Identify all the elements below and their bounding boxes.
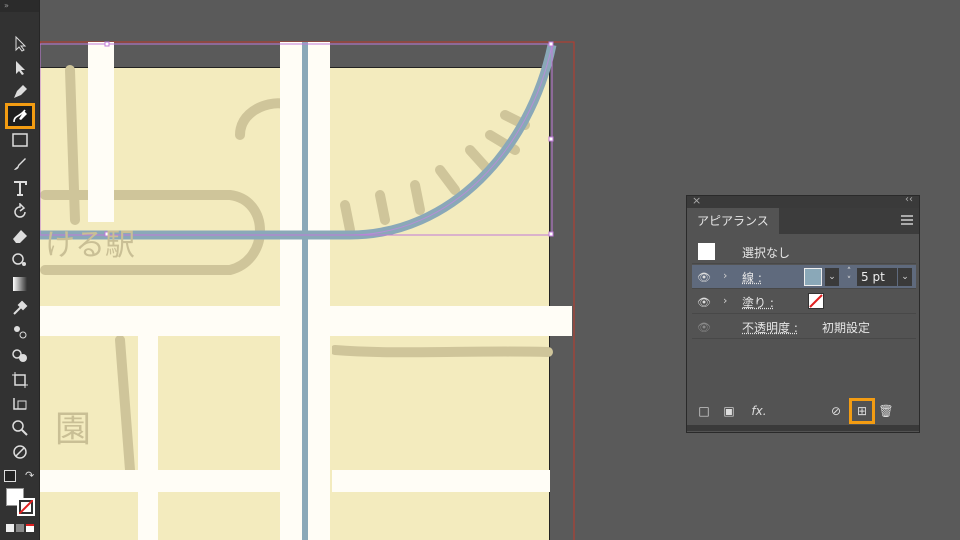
artboard-tool-icon[interactable] (7, 369, 33, 391)
stroke-weight-field[interactable]: 5 pt (857, 268, 897, 286)
close-panel-icon[interactable]: × (692, 194, 701, 207)
shape-builder-tool-icon[interactable] (7, 345, 33, 367)
opacity-label[interactable]: 不透明度 : (742, 319, 798, 336)
stroke-swatch[interactable] (17, 498, 35, 516)
selection-tool-icon[interactable] (7, 33, 33, 55)
eyedropper-tool-icon[interactable] (7, 297, 33, 319)
appearance-row-opacity[interactable]: 👁 不透明度 : 初期設定 (692, 315, 916, 339)
rotate-tool-icon[interactable] (7, 201, 33, 223)
eraser-tool-icon[interactable] (7, 225, 33, 247)
panel-resize-bar[interactable] (687, 425, 919, 431)
gradient-tool-icon[interactable] (7, 273, 33, 295)
toolbar-collapse-icon[interactable]: » (0, 0, 39, 12)
appearance-row-selection: 選択なし (692, 240, 916, 264)
add-new-fill-icon[interactable]: ▣ (720, 402, 738, 420)
map-label-park: 園 (55, 409, 92, 450)
opacity-value: 初期設定 (822, 321, 871, 335)
paintbrush-tool-icon[interactable] (7, 153, 33, 175)
stroke-weight-stepper-icon[interactable]: ˄ ˅ (843, 268, 855, 286)
curvature-tool-icon[interactable] (5, 103, 35, 129)
blend-tool-icon[interactable] (7, 321, 33, 343)
zoom-tool-icon[interactable] (7, 417, 33, 439)
rail-vertical (302, 42, 308, 540)
type-tool-icon[interactable] (7, 177, 33, 199)
slice-tool-icon[interactable] (7, 393, 33, 415)
clear-appearance-icon[interactable]: ⊘ (827, 402, 845, 420)
fill-none-swatch[interactable] (808, 293, 824, 309)
panel-tabs: アピアランス (687, 208, 919, 234)
swap-fill-stroke-icon[interactable]: ↷ (25, 469, 34, 482)
appearance-row-fill[interactable]: 👁 › 塗り : (692, 290, 916, 314)
duplicate-selected-item-icon[interactable]: ⊞ (849, 398, 875, 424)
appearance-panel: × ‹‹ アピアランス 選択なし 👁 › 線 : ⌄ ˄ ˅ 5 pt ⌄ 👁 ›… (686, 194, 920, 433)
delete-selected-item-icon[interactable]: 🗑 (877, 402, 895, 420)
color-mode-icons[interactable] (6, 524, 34, 532)
tools-panel: » ↷ (0, 0, 40, 540)
panel-header-bar: × ‹‹ (687, 194, 919, 208)
puppet-warp-tool-icon[interactable] (7, 249, 33, 271)
tab-appearance[interactable]: アピアランス (687, 208, 779, 234)
panel-menu-icon[interactable] (901, 215, 913, 225)
illustrator-window: ける駅 園 » ↷ × ‹‹ アピアランス 選択なし 👁 › 線: ⌄ ˄ ˅… (0, 0, 960, 540)
stroke-label[interactable]: 線 : (742, 269, 762, 286)
chevron-right-icon[interactable]: › (723, 269, 727, 282)
selection-swatch (698, 243, 715, 260)
selection-label: 選択なし (742, 246, 791, 260)
default-fill-stroke-icon[interactable] (4, 470, 16, 482)
add-new-effect-icon[interactable]: fx. (747, 402, 771, 420)
stroke-weight-dropdown-icon[interactable]: ⌄ (898, 268, 912, 286)
fill-label[interactable]: 塗り : (742, 294, 774, 311)
stroke-color-swatch[interactable] (804, 268, 822, 286)
visibility-eye-icon[interactable]: 👁 (697, 296, 713, 309)
add-new-stroke-icon[interactable]: □ (695, 402, 713, 420)
appearance-row-stroke[interactable]: 👁 › 線 : ⌄ ˄ ˅ 5 pt ⌄ (692, 265, 916, 289)
pen-tool-icon[interactable] (7, 81, 33, 103)
chevron-right-icon[interactable]: › (723, 294, 727, 307)
map-label-station: ける駅 (45, 228, 135, 263)
visibility-eye-icon[interactable]: 👁 (697, 271, 713, 284)
rectangle-tool-icon[interactable] (7, 129, 33, 151)
stroke-color-dropdown-icon[interactable]: ⌄ (825, 268, 839, 286)
collapse-panel-icon[interactable]: ‹‹ (905, 194, 913, 205)
direct-selection-tool-icon[interactable] (7, 57, 33, 79)
visibility-eye-icon: 👁 (697, 321, 711, 334)
rotate-view-tool-icon[interactable] (7, 441, 33, 463)
